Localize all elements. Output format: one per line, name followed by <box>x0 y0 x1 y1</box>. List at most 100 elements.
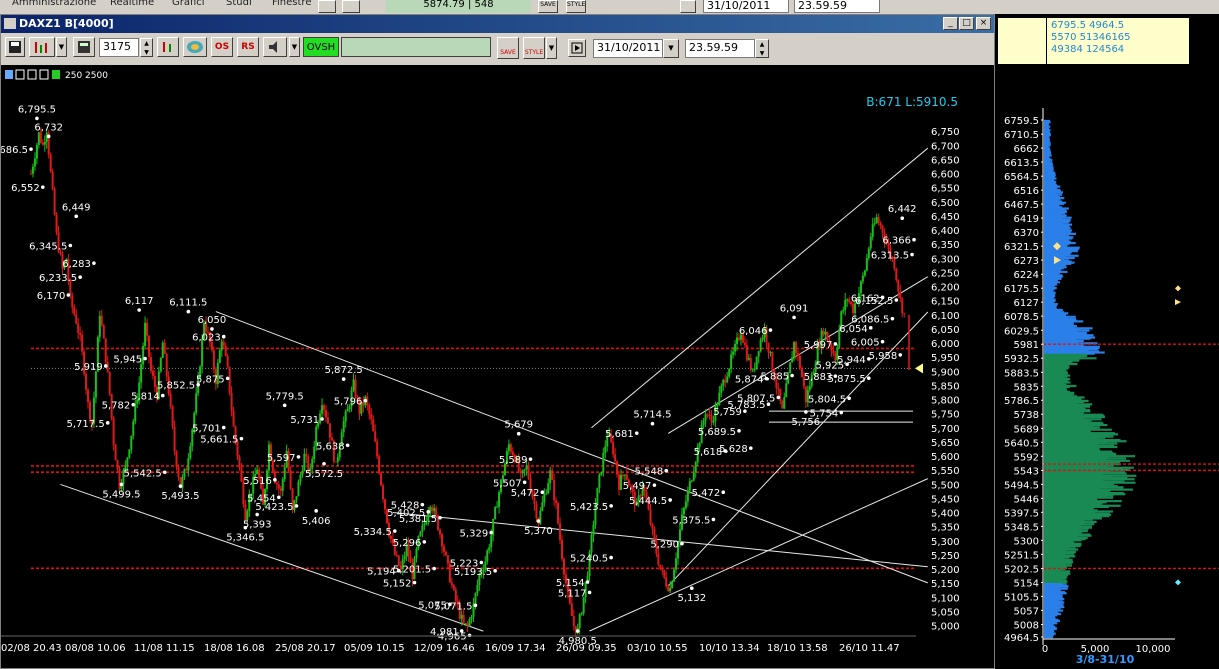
candle-body <box>466 623 469 627</box>
minimize-button[interactable]: _ <box>943 17 958 30</box>
candle-body <box>228 366 231 394</box>
volume-profile-chart[interactable]: 6759.5 6710.5 6662 6613.5 6564.5 6516 6467.5 64… <box>995 100 1219 669</box>
pivot-dot <box>536 519 541 523</box>
menu-finestre[interactable]: Finestre <box>272 0 311 8</box>
time-field[interactable]: 23.59.59 <box>685 39 755 58</box>
price-chart[interactable]: 250 2500 B:671 L:5910.5 6,795.5 6,732 6,68… <box>1 65 994 669</box>
speaker-dropdown[interactable]: ▼ <box>289 37 300 57</box>
bars-count-spinner[interactable]: ▲ ▼ <box>140 38 153 57</box>
profile-price-label: 5008 <box>1014 620 1039 631</box>
top-style-button[interactable]: STYLE <box>566 0 586 13</box>
globe-button[interactable] <box>183 37 207 57</box>
top-time-field[interactable]: 23.59.59 <box>794 0 880 13</box>
pivot-dot <box>890 316 895 321</box>
candles-button[interactable] <box>157 37 179 57</box>
candle-body <box>295 496 298 501</box>
pivot-dot <box>320 417 324 421</box>
x-tick-label: 26/10 11.47 <box>839 643 900 654</box>
chart-type-button[interactable] <box>29 37 55 57</box>
candle-body <box>710 415 713 423</box>
candle-body <box>549 470 552 484</box>
candle-body <box>130 435 133 450</box>
pivot-dot <box>768 328 773 332</box>
ovsh-button[interactable]: OVSH <box>303 37 339 57</box>
candle-body <box>779 388 782 401</box>
candle-body <box>789 362 792 374</box>
menu-amministrazione[interactable]: Amministrazione <box>12 0 96 8</box>
profile-date-range: 3/8-31/10 <box>1076 653 1135 666</box>
candle-body <box>305 453 308 457</box>
top-date-field[interactable]: 31/10/2011 <box>703 0 789 13</box>
date-dropdown[interactable]: ▼ <box>663 39 679 58</box>
indicator-field[interactable] <box>341 37 491 57</box>
candle-body <box>321 405 324 414</box>
candle-body <box>87 389 90 402</box>
candle-body <box>336 457 339 462</box>
save-icon[interactable] <box>5 37 25 57</box>
candle-body <box>486 550 489 562</box>
candle-body <box>861 275 864 282</box>
x-tick-label: 26/09 09.35 <box>556 643 617 654</box>
candle-body <box>718 392 721 406</box>
menu-grafici[interactable]: Grafici <box>172 0 205 8</box>
rs-button[interactable]: RS <box>237 37 259 57</box>
style-dropdown[interactable]: ▼ <box>546 37 557 59</box>
os-button[interactable]: OS <box>211 37 233 57</box>
pivot-dot <box>721 490 726 494</box>
speaker-button[interactable] <box>263 37 287 57</box>
pivot-dot <box>66 293 71 297</box>
bars-count-field[interactable]: 3175 <box>99 38 139 57</box>
candle-body <box>616 461 619 475</box>
candle-body <box>899 291 902 299</box>
maximize-button[interactable]: □ <box>959 17 974 30</box>
pivot-dot <box>412 580 417 585</box>
play-button[interactable] <box>568 39 586 57</box>
candle-body <box>230 393 233 411</box>
menu-studi[interactable]: Studi <box>226 0 252 8</box>
style-button[interactable]: STYLE <box>523 37 545 59</box>
profile-info-left <box>998 18 1046 64</box>
candle-body <box>118 468 121 489</box>
pivot-dot <box>634 431 639 435</box>
candle-body <box>342 421 345 433</box>
candle-body <box>94 371 97 398</box>
top-save-button[interactable]: SAVE <box>538 0 558 13</box>
chart-type-dropdown[interactable]: ▼ <box>56 37 67 57</box>
y-tick-label: 5,350 <box>931 523 960 534</box>
pivot-dot <box>103 364 108 368</box>
candle-body <box>875 217 878 224</box>
y-tick-label: 5,650 <box>931 438 960 449</box>
candle-body <box>793 342 796 358</box>
menu-realtime[interactable]: Realtime <box>110 0 154 8</box>
pivot-label: 5,782 <box>102 401 131 412</box>
candle-body <box>187 458 190 471</box>
x-tick-label: 18/10 13.58 <box>767 643 828 654</box>
save-style-button[interactable]: SAVE <box>497 37 519 59</box>
top-save-icon[interactable] <box>318 0 336 13</box>
close-button[interactable]: × <box>976 17 991 30</box>
pivot-label: 5,875 <box>196 374 225 385</box>
candle-body <box>688 481 691 491</box>
candle-body <box>771 351 774 371</box>
profile-price-label: 6127 <box>1014 298 1039 309</box>
candle-body <box>663 570 666 578</box>
param-label: 250 2500 <box>65 71 108 81</box>
top-chart-icon[interactable] <box>342 0 360 13</box>
pivot-dot <box>609 555 613 560</box>
candle-body <box>301 470 304 475</box>
top-play-icon[interactable] <box>680 0 696 13</box>
indicator-param-icon-5 <box>52 70 60 79</box>
candle-body <box>169 394 172 407</box>
candle-body <box>842 309 845 312</box>
pivot-label: 5,638 <box>316 441 345 452</box>
calculator-button[interactable] <box>73 37 95 57</box>
pivot-dot <box>522 480 527 485</box>
date-field[interactable]: 31/10/2011 <box>593 39 663 58</box>
time-spinner[interactable]: ▲ ▼ <box>755 39 769 58</box>
profile-price-label: 5932.5 <box>1004 354 1039 365</box>
pivot-label: 6,686.5 <box>1 145 28 156</box>
candle-body <box>804 386 807 403</box>
candle-body <box>769 351 772 353</box>
profile-price-label: 5981 <box>1014 340 1039 351</box>
candle-body <box>621 474 624 476</box>
